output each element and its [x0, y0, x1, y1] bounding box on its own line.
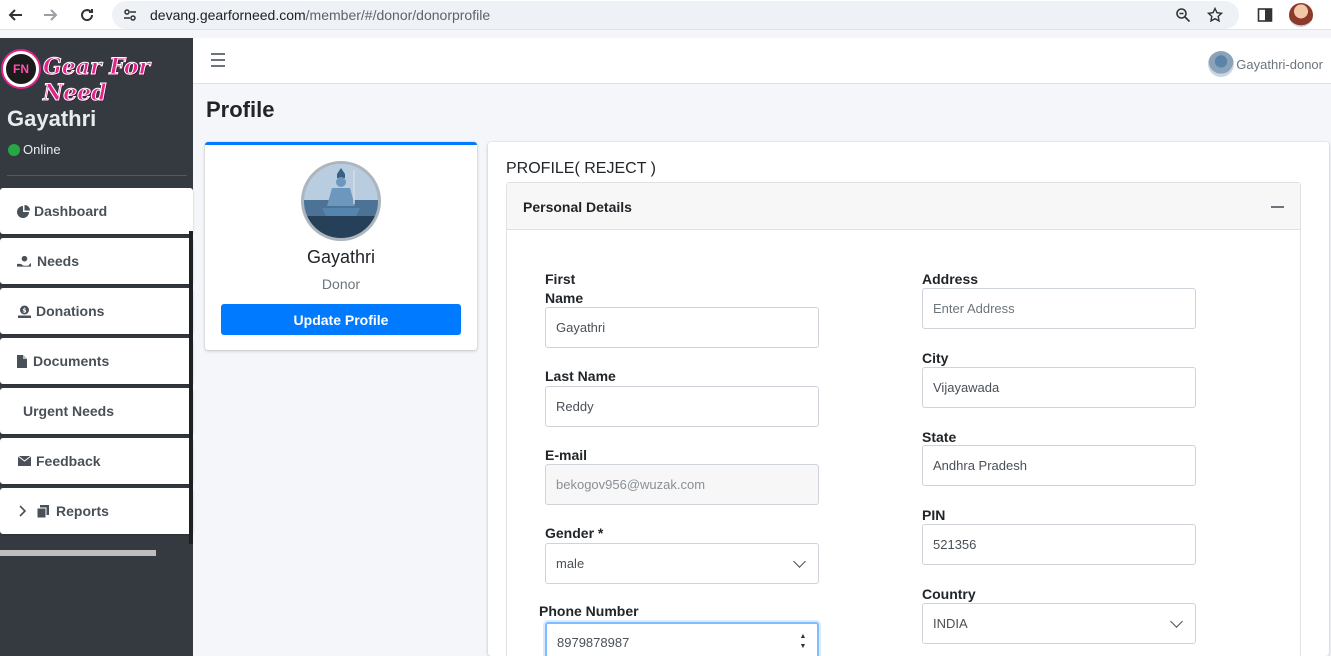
- pin-label: PIN: [922, 507, 946, 523]
- bookmark-star-icon[interactable]: [1205, 5, 1225, 25]
- sidebar-item-needs[interactable]: Needs: [0, 238, 193, 284]
- first-name-label-line1: First: [545, 271, 576, 287]
- sidebar-item-label: Urgent Needs: [23, 403, 115, 419]
- url-text[interactable]: devang.gearforneed.com/member/#/donor/do…: [150, 7, 490, 23]
- sidebar-item-urgent-needs[interactable]: Urgent Needs: [0, 388, 193, 434]
- site-settings-icon[interactable]: [120, 5, 140, 25]
- profile-status-title: PROFILE( REJECT ): [506, 160, 656, 177]
- chevron-right-icon[interactable]: [16, 504, 28, 518]
- chevron-down-icon: [1170, 615, 1183, 628]
- hand-holding-icon: [17, 254, 31, 268]
- zoom-icon[interactable]: [1173, 5, 1193, 25]
- brand-badge: FN: [3, 51, 39, 87]
- number-stepper-icon[interactable]: ▲ ▼: [799, 633, 807, 651]
- gender-select[interactable]: male: [545, 543, 819, 584]
- sidebar-item-label: Documents: [33, 353, 110, 369]
- first-name-label: First Name: [545, 270, 583, 308]
- address-bar[interactable]: devang.gearforneed.com/member/#/donor/do…: [112, 1, 1239, 29]
- update-profile-button[interactable]: Update Profile: [221, 304, 461, 335]
- menu-toggle-icon[interactable]: [211, 53, 225, 67]
- collapse-icon[interactable]: [1271, 206, 1284, 208]
- country-label: Country: [922, 586, 976, 602]
- url-path: /member/#/donor/donorprofile: [305, 7, 491, 23]
- first-name-field[interactable]: Gayathri: [545, 307, 819, 348]
- sidebar-item-label: Needs: [37, 253, 80, 269]
- url-host: devang.gearforneed.com: [150, 7, 306, 23]
- pin-value: 521356: [933, 537, 977, 552]
- address-placeholder: Enter Address: [933, 301, 1015, 316]
- address-label: Address: [922, 271, 979, 287]
- user-avatar[interactable]: [1208, 51, 1235, 77]
- side-panel-icon[interactable]: [1253, 3, 1277, 27]
- last-name-value: Reddy: [556, 399, 594, 414]
- gender-label: Gender *: [545, 525, 604, 541]
- sidebar-user-name[interactable]: Gayathri: [7, 106, 96, 132]
- page-title: Profile: [206, 97, 275, 122]
- personal-details-panel: Personal Details First Name Gayathri Las…: [506, 182, 1301, 656]
- country-select[interactable]: INDIA: [922, 603, 1196, 644]
- city-field[interactable]: Vijayawada: [922, 367, 1196, 408]
- sidebar-divider: [7, 175, 187, 176]
- sidebar-item-dashboard[interactable]: Dashboard: [0, 188, 193, 234]
- online-status-icon: [8, 144, 20, 156]
- profile-name: Gayathri: [306, 247, 376, 267]
- user-menu-label: Gayathri-donor: [1236, 56, 1323, 72]
- file-icon: [16, 354, 28, 368]
- pie-chart-icon: [16, 204, 30, 218]
- browser-profile-avatar[interactable]: [1289, 3, 1313, 27]
- last-name-label: Last Name: [545, 368, 616, 384]
- state-field[interactable]: Andhra Pradesh: [922, 445, 1196, 486]
- phone-label: Phone Number: [539, 603, 639, 619]
- back-icon[interactable]: [4, 3, 28, 27]
- sidebar-item-donations[interactable]: $ Donations: [0, 288, 193, 334]
- top-navbar: Gayathri-donor: [193, 38, 1331, 84]
- sidebar-item-reports[interactable]: Reports: [0, 488, 193, 534]
- email-label: E-mail: [545, 447, 588, 463]
- sidebar: FN Gear For Need Gayathri Online Dashboa…: [0, 38, 193, 656]
- gender-value: male: [556, 556, 585, 571]
- sidebar-scrollbar[interactable]: [189, 231, 193, 544]
- state-value: Andhra Pradesh: [933, 458, 1027, 473]
- horizontal-scrollbar[interactable]: [0, 550, 156, 556]
- profile-form-card: PROFILE( REJECT ) Personal Details First…: [488, 142, 1329, 656]
- email-field[interactable]: bekogov956@wuzak.com: [545, 464, 819, 505]
- personal-details-header[interactable]: Personal Details: [507, 183, 1300, 230]
- reload-icon[interactable]: [75, 3, 99, 27]
- browser-toolbar: devang.gearforneed.com/member/#/donor/do…: [0, 0, 1331, 30]
- city-label: City: [922, 350, 949, 366]
- city-value: Vijayawada: [933, 380, 1000, 395]
- online-status: Online: [23, 142, 61, 157]
- forward-icon[interactable]: [38, 3, 62, 27]
- phone-value: 8979878987: [557, 635, 630, 650]
- sidebar-item-label: Dashboard: [34, 203, 108, 219]
- personal-details-title: Personal Details: [523, 199, 632, 215]
- envelope-icon: [17, 454, 31, 468]
- svg-text:$: $: [22, 307, 26, 314]
- sidebar-item-label: Feedback: [36, 453, 101, 469]
- sidebar-item-label: Reports: [56, 503, 109, 519]
- country-value: INDIA: [933, 616, 968, 631]
- sidebar-item-label: Donations: [36, 303, 105, 319]
- sidebar-item-documents[interactable]: Documents: [0, 338, 193, 384]
- profile-avatar: [301, 161, 381, 241]
- brand-name: Gear For Need: [43, 54, 151, 107]
- first-name-value: Gayathri: [556, 320, 606, 335]
- email-value: bekogov956@wuzak.com: [556, 477, 706, 492]
- pin-field[interactable]: 521356: [922, 524, 1196, 565]
- address-field[interactable]: Enter Address: [922, 288, 1196, 329]
- phone-field[interactable]: 8979878987 ▲ ▼: [545, 622, 819, 656]
- brand-logo[interactable]: FN Gear For Need: [0, 38, 193, 107]
- profile-role: Donor: [321, 276, 361, 292]
- user-menu[interactable]: Gayathri-donor: [1208, 51, 1323, 77]
- profile-card: Gayathri Donor Update Profile: [205, 142, 477, 350]
- chevron-down-icon: [793, 555, 806, 568]
- copy-icon: [36, 504, 50, 518]
- last-name-field[interactable]: Reddy: [545, 386, 819, 427]
- sidebar-item-feedback[interactable]: Feedback: [0, 438, 193, 484]
- first-name-label-line2: Name: [545, 290, 584, 306]
- donate-icon: $: [17, 304, 31, 318]
